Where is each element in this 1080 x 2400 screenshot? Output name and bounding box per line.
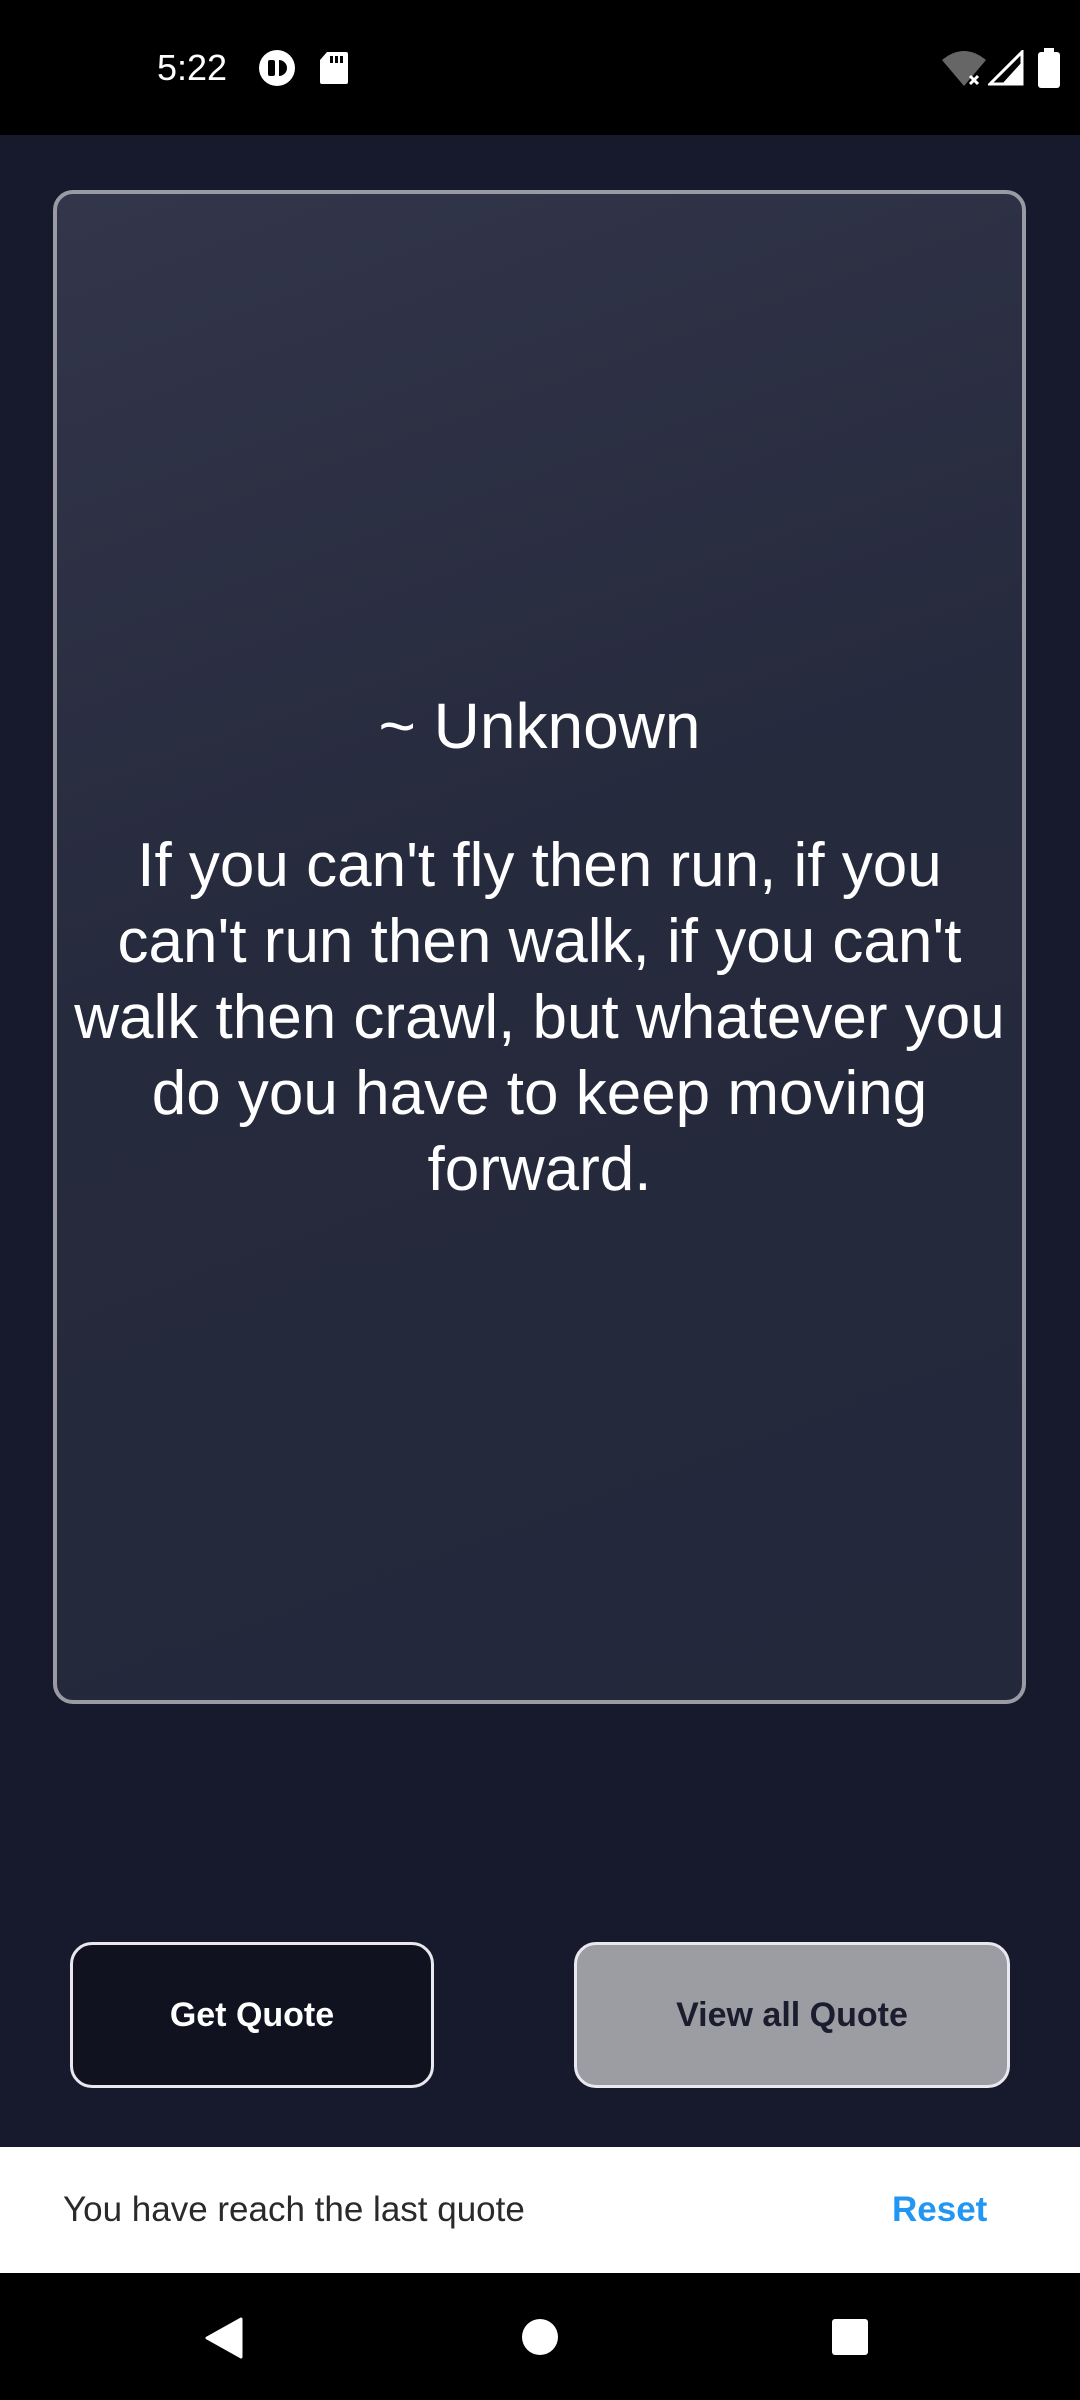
snackbar: You have reach the last quote Reset <box>0 2147 1080 2273</box>
quote-card: ~ Unknown If you can't fly then run, if … <box>53 190 1026 1704</box>
get-quote-button[interactable]: Get Quote <box>70 1942 434 2088</box>
back-icon[interactable] <box>201 2315 247 2361</box>
app-content: ~ Unknown If you can't fly then run, if … <box>0 135 1080 2147</box>
status-bar: 5:22 <box>0 0 1080 135</box>
recents-icon[interactable] <box>831 2318 869 2356</box>
reset-button[interactable]: Reset <box>892 2187 987 2233</box>
wifi-off-icon <box>942 51 986 86</box>
phone-screen: 5:22 ~ Unknown If you can't fly then run… <box>0 0 1080 2400</box>
quote-text: If you can't fly then run, if you can't … <box>74 831 1005 1204</box>
status-time: 5:22 <box>157 47 228 88</box>
navigation-bar <box>0 2273 1080 2400</box>
view-all-quote-label: View all Quote <box>676 1995 908 2034</box>
sd-card-icon <box>320 52 348 84</box>
home-icon[interactable] <box>521 2318 559 2356</box>
app-notification-icon <box>259 50 295 86</box>
snackbar-message: You have reach the last quote <box>63 2190 525 2229</box>
quote-author: ~ Unknown <box>378 690 701 762</box>
get-quote-label: Get Quote <box>169 1995 335 2034</box>
signal-icon <box>988 50 1024 86</box>
view-all-quote-button[interactable]: View all Quote <box>574 1942 1010 2088</box>
battery-icon <box>1038 48 1060 88</box>
